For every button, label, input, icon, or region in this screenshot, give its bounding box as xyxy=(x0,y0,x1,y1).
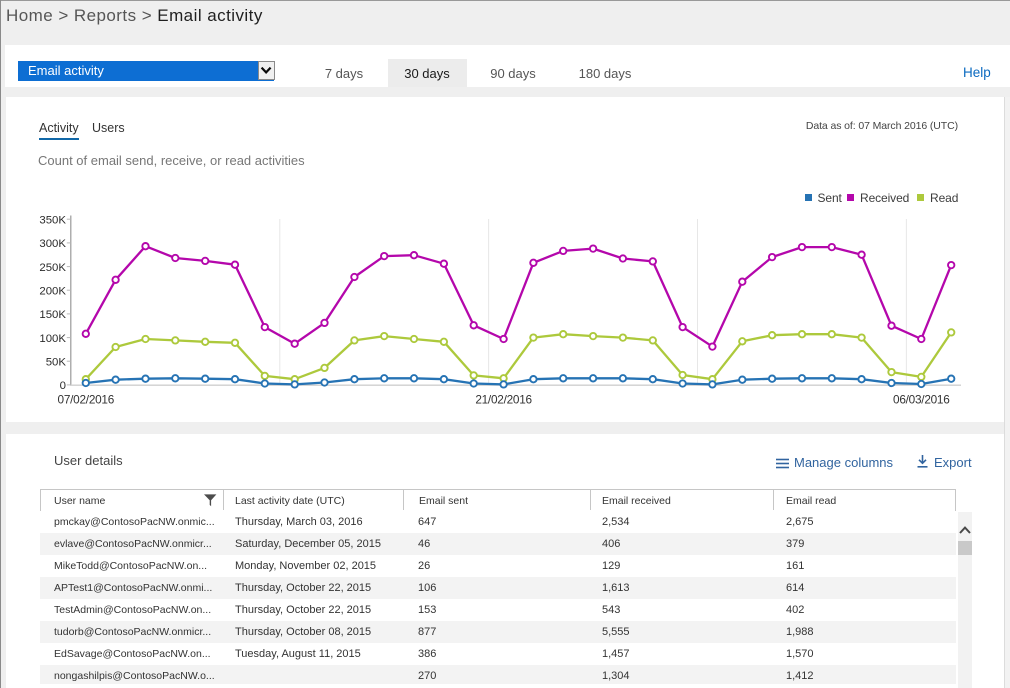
svg-text:50K: 50K xyxy=(46,356,67,368)
svg-text:200K: 200K xyxy=(39,285,66,297)
svg-text:100K: 100K xyxy=(39,333,66,345)
svg-text:07/02/2016: 07/02/2016 xyxy=(58,393,115,407)
svg-text:150K: 150K xyxy=(39,309,66,321)
svg-text:0: 0 xyxy=(60,380,66,392)
svg-text:300K: 300K xyxy=(39,238,66,250)
svg-text:21/02/2016: 21/02/2016 xyxy=(475,393,532,407)
svg-text:06/03/2016: 06/03/2016 xyxy=(893,393,950,407)
svg-text:350K: 350K xyxy=(39,214,66,226)
svg-text:250K: 250K xyxy=(39,262,66,274)
